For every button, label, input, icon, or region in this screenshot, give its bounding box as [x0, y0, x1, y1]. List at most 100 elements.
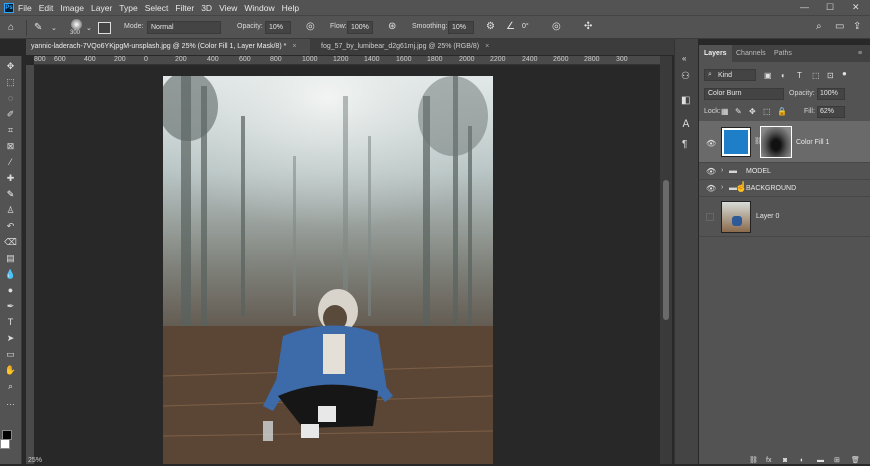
marquee-tool-icon[interactable]: ⬚: [4, 76, 17, 88]
tab-layers[interactable]: Layers: [699, 45, 732, 62]
layer-thumbnail[interactable]: [721, 201, 751, 233]
layer-row-model-group[interactable]: 👁 › ▬ MODEL: [699, 163, 870, 180]
pressure-opacity-icon[interactable]: ◎: [306, 22, 315, 32]
eye-icon[interactable]: 👁: [706, 167, 716, 176]
dodge-tool-icon[interactable]: ●: [4, 284, 17, 296]
tab-paths[interactable]: Paths: [769, 45, 797, 62]
type-tool-icon[interactable]: T: [4, 316, 17, 328]
crop-tool-icon[interactable]: ⌗: [4, 124, 17, 136]
zoom-tool-icon[interactable]: ⌕: [4, 380, 17, 392]
workspace-icon[interactable]: ▭: [835, 22, 844, 32]
gear-icon[interactable]: ⚙: [486, 22, 495, 32]
more-tools-icon[interactable]: …: [4, 396, 17, 408]
document-image[interactable]: [163, 76, 493, 464]
menu-help[interactable]: Help: [282, 3, 299, 13]
flow-input[interactable]: 100%: [347, 21, 373, 34]
fill-thumbnail[interactable]: [721, 127, 751, 157]
tab-fog-document[interactable]: fog_57_by_lumibear_d2g61mj.jpg @ 25% (RG…: [316, 39, 516, 55]
menu-file[interactable]: File: [18, 3, 32, 13]
clone-stamp-tool-icon[interactable]: ♙: [4, 204, 17, 216]
eye-icon[interactable]: 👁: [706, 184, 716, 193]
path-select-tool-icon[interactable]: ➤: [4, 332, 17, 344]
close-tab-icon[interactable]: ×: [485, 43, 489, 50]
brush-preset-icon[interactable]: [71, 19, 82, 30]
mode-select[interactable]: Normal: [147, 21, 221, 34]
filter-smart-icon[interactable]: ⊡: [827, 71, 834, 81]
close-window-button[interactable]: ✕: [852, 2, 860, 13]
filter-adjustment-icon[interactable]: ◐: [781, 71, 786, 81]
angle-input[interactable]: 0°: [519, 21, 545, 34]
lock-transparent-icon[interactable]: ▦: [721, 107, 729, 117]
filter-toggle-icon[interactable]: ●: [842, 69, 847, 79]
layer-name[interactable]: Layer 0: [756, 213, 779, 220]
symmetry-icon[interactable]: ✣: [584, 22, 592, 32]
panel-menu-icon[interactable]: ≡: [853, 45, 867, 62]
menu-filter[interactable]: Filter: [175, 3, 194, 13]
brush-settings-icon[interactable]: [98, 22, 111, 34]
layer-name[interactable]: MODEL: [746, 168, 771, 175]
add-mask-icon[interactable]: ◙: [783, 456, 787, 466]
scrollbar-thumb[interactable]: [663, 180, 669, 320]
blur-tool-icon[interactable]: 💧: [4, 268, 17, 280]
quick-select-tool-icon[interactable]: ✐: [4, 108, 17, 120]
character-panel-icon[interactable]: Ａ: [681, 120, 691, 130]
adjustment-layer-icon[interactable]: ◐: [800, 456, 804, 466]
eraser-tool-icon[interactable]: ⌫: [4, 236, 17, 248]
pen-tool-icon[interactable]: ✒: [4, 300, 17, 312]
search-icon[interactable]: ⌕: [816, 22, 822, 32]
history-brush-tool-icon[interactable]: ↶: [4, 220, 17, 232]
visibility-toggle-off[interactable]: [706, 213, 714, 221]
menu-edit[interactable]: Edit: [39, 3, 54, 13]
opacity-input[interactable]: 10%: [265, 21, 291, 34]
menu-view[interactable]: View: [219, 3, 237, 13]
home-icon[interactable]: ⌂: [8, 23, 14, 33]
menu-select[interactable]: Select: [145, 3, 169, 13]
lock-all-icon[interactable]: 🔒: [777, 107, 787, 117]
blend-mode-select[interactable]: Color Burn: [704, 88, 784, 100]
lock-pixels-icon[interactable]: ✎: [735, 107, 742, 117]
lock-position-icon[interactable]: ✥: [749, 107, 756, 117]
tab-channels[interactable]: Channels: [731, 45, 771, 62]
move-tool-icon[interactable]: ✥: [4, 60, 17, 72]
filter-shape-icon[interactable]: ⬚: [812, 71, 820, 81]
delete-layer-icon[interactable]: 🗑: [851, 456, 860, 466]
expand-chevron-icon[interactable]: ›: [721, 184, 723, 191]
brush-tool-icon[interactable]: ✎: [4, 188, 17, 200]
frame-tool-icon[interactable]: ⊠: [4, 140, 17, 152]
layer-row-background-group[interactable]: 👁 › ▬ ☝ BACKGROUND: [699, 180, 870, 197]
close-tab-icon[interactable]: ×: [292, 43, 296, 50]
maximize-button[interactable]: ☐: [826, 2, 834, 13]
layer-row-color-fill[interactable]: 👁 ⛓ Color Fill 1: [699, 121, 870, 163]
minimize-button[interactable]: —: [800, 2, 809, 12]
menu-image[interactable]: Image: [60, 3, 84, 13]
properties-panel-icon[interactable]: ◧: [681, 96, 690, 106]
expand-chevron-icon[interactable]: ›: [721, 167, 723, 174]
filter-kind-select[interactable]: ⌕ Kind: [704, 69, 756, 81]
filter-pixel-icon[interactable]: ▣: [764, 71, 772, 81]
eye-icon[interactable]: 👁: [706, 139, 716, 148]
paragraph-panel-icon[interactable]: ¶: [682, 140, 687, 150]
airbrush-icon[interactable]: ⊛: [388, 22, 396, 32]
menu-layer[interactable]: Layer: [91, 3, 112, 13]
layer-row-layer-0[interactable]: Layer 0: [699, 197, 870, 237]
pressure-size-icon[interactable]: ◎: [552, 22, 561, 32]
share-icon[interactable]: ⇪: [853, 22, 861, 32]
zoom-status[interactable]: 25%: [28, 457, 42, 464]
fill-input[interactable]: 62%: [817, 106, 845, 118]
brush-preset-chevron-icon[interactable]: ⌄: [86, 24, 92, 34]
lasso-tool-icon[interactable]: ◌: [4, 92, 17, 104]
background-color-swatch[interactable]: [0, 439, 10, 449]
fx-icon[interactable]: fx: [766, 456, 771, 466]
menu-3d[interactable]: 3D: [201, 3, 212, 13]
gradient-tool-icon[interactable]: ▤: [4, 252, 17, 264]
smoothing-input[interactable]: 10%: [448, 21, 474, 34]
collapse-icon[interactable]: «: [682, 54, 686, 64]
link-layers-icon[interactable]: ⛓: [749, 456, 758, 466]
layer-name[interactable]: BACKGROUND: [746, 185, 796, 192]
eyedropper-tool-icon[interactable]: ⁄: [4, 156, 17, 168]
new-group-icon[interactable]: ▬: [817, 456, 824, 466]
filter-type-icon[interactable]: T: [797, 71, 802, 81]
hand-tool-icon[interactable]: ✋: [4, 364, 17, 376]
menu-type[interactable]: Type: [119, 3, 137, 13]
healing-tool-icon[interactable]: ✚: [4, 172, 17, 184]
